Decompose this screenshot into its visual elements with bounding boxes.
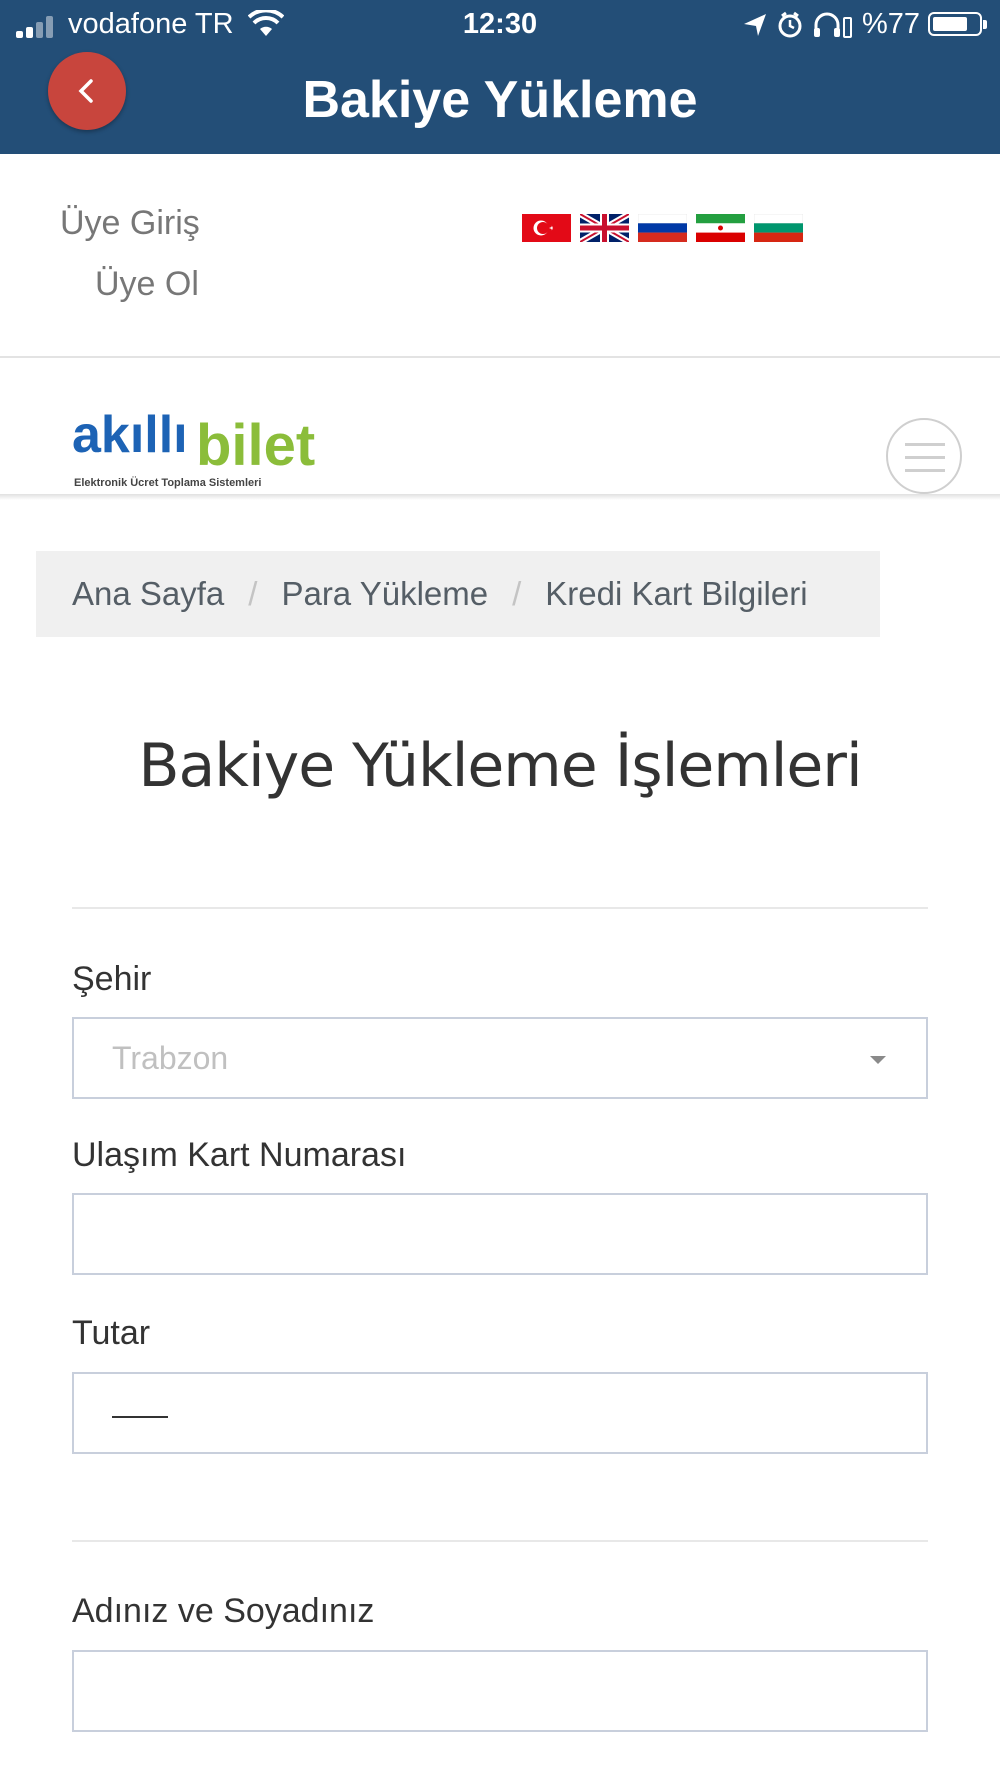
member-register-link[interactable]: Üye Ol <box>95 265 199 304</box>
header-title: Bakiye Yükleme <box>302 71 698 129</box>
form-divider <box>72 1540 928 1542</box>
amount-input[interactable] <box>72 1372 928 1454</box>
status-icons <box>744 11 852 38</box>
russia-flag-icon[interactable] <box>638 214 687 242</box>
breadcrumb-credit-card[interactable]: Kredi Kart Bilgileri <box>545 575 807 613</box>
akillibilet-logo[interactable]: akıllı bilet Elektronik Ücret Toplama Si… <box>72 392 322 492</box>
bulgaria-flag-icon[interactable] <box>754 214 803 242</box>
city-select-value: Trabzon <box>112 1039 229 1076</box>
uk-flag-icon[interactable] <box>580 214 629 242</box>
iran-flag-icon[interactable] <box>696 214 745 242</box>
full-name-label: Adınız ve Soyadınız <box>72 1592 375 1630</box>
turkey-flag-icon[interactable] <box>522 214 571 242</box>
breadcrumb: Ana Sayfa / Para Yükleme / Kredi Kart Bi… <box>36 551 880 637</box>
breadcrumb-money-load[interactable]: Para Yükleme <box>281 575 488 613</box>
language-flags <box>522 214 803 242</box>
logo-tagline: Elektronik Ücret Toplama Sistemleri <box>74 476 261 489</box>
amount-input-mask <box>112 1416 168 1418</box>
full-name-input[interactable] <box>72 1650 928 1732</box>
dropdown-caret-icon <box>870 1056 886 1064</box>
member-login-link[interactable]: Üye Giriş <box>60 204 200 243</box>
breadcrumb-separator: / <box>512 575 522 612</box>
section-divider <box>0 356 1000 358</box>
card-number-label: Ulaşım Kart Numarası <box>72 1136 407 1174</box>
app-header: vodafone TR 12:30 %77 Bakiye Yükleme <box>0 0 1000 154</box>
amount-label: Tutar <box>72 1314 151 1352</box>
nav-shadow <box>0 494 1000 500</box>
breadcrumb-home[interactable]: Ana Sayfa <box>72 575 224 613</box>
hamburger-menu-button[interactable] <box>886 418 962 494</box>
status-bar: vodafone TR 12:30 %77 <box>0 0 1000 50</box>
breadcrumb-separator: / <box>248 575 258 612</box>
form-divider <box>72 907 928 909</box>
page-title: Bakiye Yükleme İşlemleri <box>138 731 862 801</box>
city-label: Şehir <box>72 960 152 998</box>
battery-percent: %77 <box>862 8 921 40</box>
battery-icon <box>928 12 987 36</box>
logo-text-akilli: akıllı <box>72 406 188 464</box>
card-number-input[interactable] <box>72 1193 928 1275</box>
location-arrow-icon <box>744 14 766 36</box>
logo-text-bilet: bilet <box>196 413 315 478</box>
city-select[interactable]: Trabzon <box>72 1017 928 1099</box>
